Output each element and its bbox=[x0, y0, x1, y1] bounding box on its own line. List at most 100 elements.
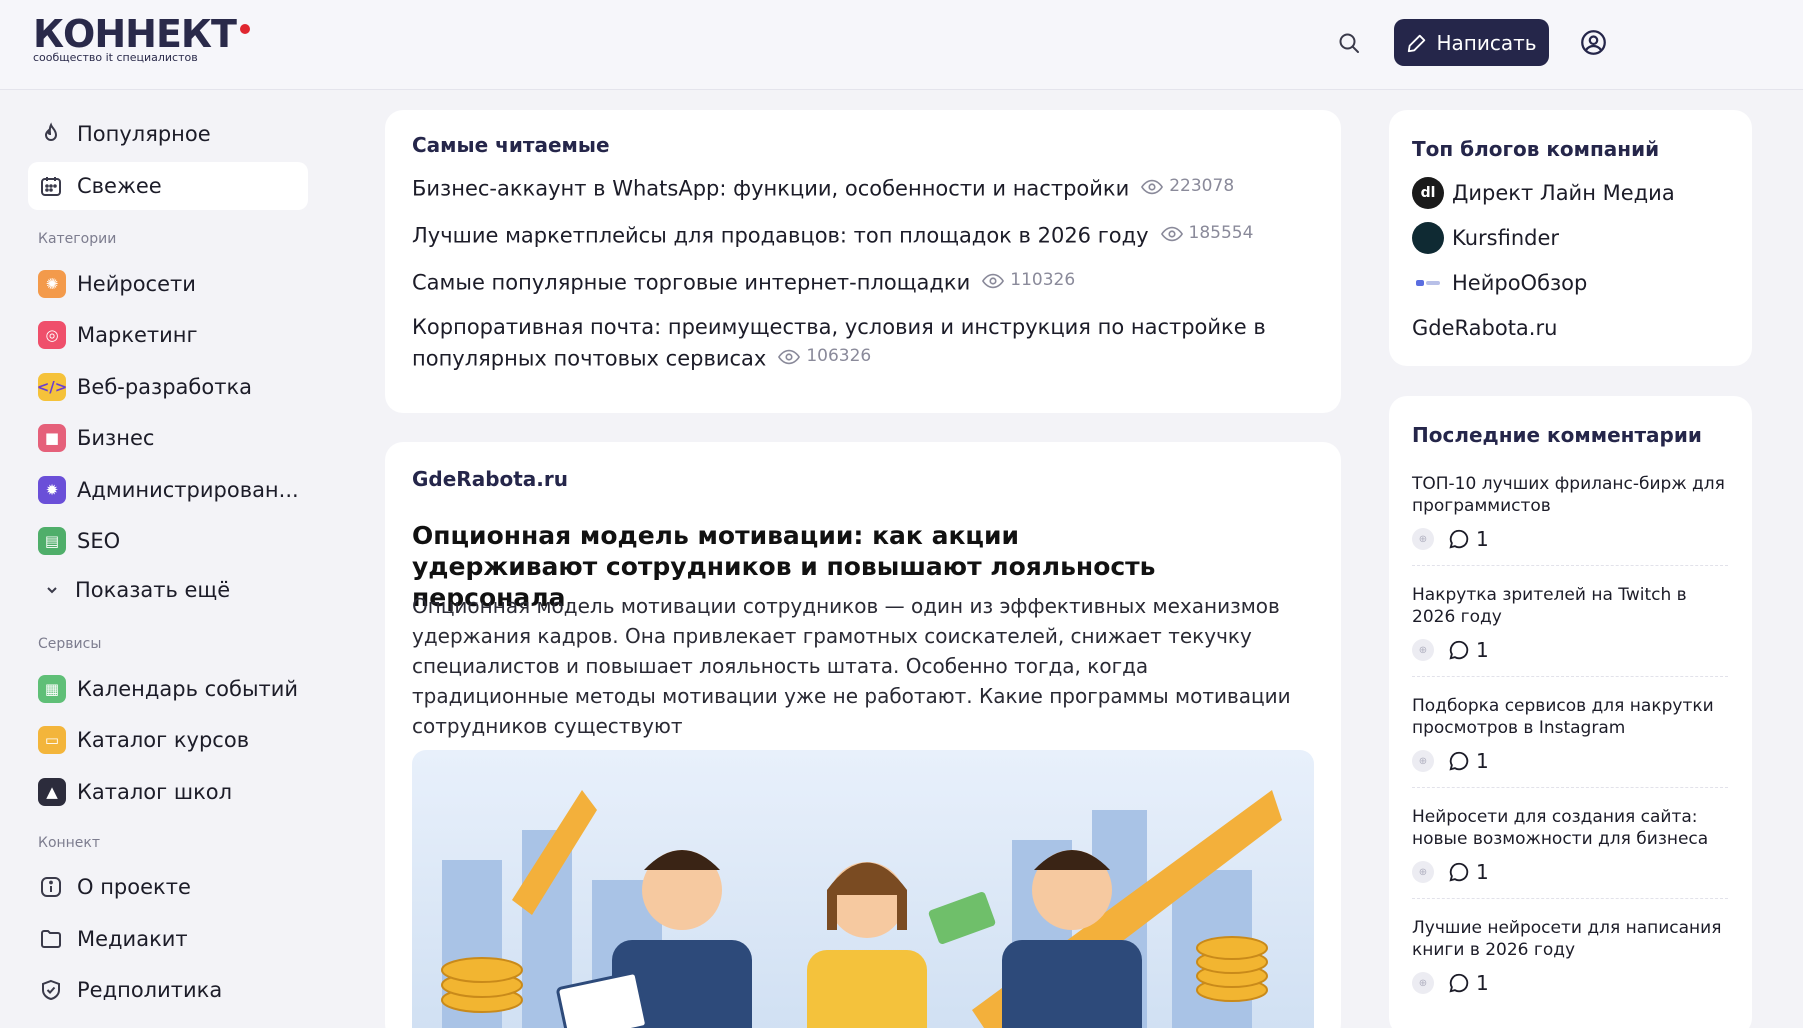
blog-logo-text: dl bbox=[1420, 184, 1436, 201]
link-mediakit[interactable]: Медиакит bbox=[28, 913, 308, 965]
eye-icon bbox=[1141, 179, 1164, 194]
comment-icon bbox=[1449, 751, 1469, 771]
comment-count-value: 1 bbox=[1476, 971, 1489, 995]
comment-item[interactable]: Нейросети для создания сайта: новые возм… bbox=[1412, 806, 1728, 899]
blog-item[interactable]: GdeRabota.ru bbox=[1412, 305, 1732, 350]
eye-icon bbox=[982, 273, 1005, 288]
briefcase-icon: ■ bbox=[38, 424, 66, 453]
category-neural[interactable]: ✺ Нейросети bbox=[28, 258, 308, 310]
comment-icon bbox=[1449, 529, 1469, 549]
category-marketing[interactable]: ◎ Маркетинг bbox=[28, 310, 308, 362]
comment-icon bbox=[1449, 973, 1469, 993]
most-read-item[interactable]: Самые популярные торговые интернет-площа… bbox=[412, 266, 1075, 298]
comment-meta: ⊕ 1 bbox=[1412, 638, 1728, 662]
info-icon bbox=[36, 872, 66, 902]
views-counter: 106326 bbox=[778, 342, 871, 371]
write-button-label: Написать bbox=[1436, 30, 1537, 55]
show-more-button[interactable]: Показать ещё bbox=[28, 567, 308, 613]
avatar: ⊕ bbox=[1412, 639, 1434, 661]
comment-item[interactable]: Лучшие нейросети для написания книги в 2… bbox=[1412, 917, 1728, 1009]
eye-icon bbox=[778, 349, 801, 364]
service-courses-catalog[interactable]: ▭ Каталог курсов bbox=[28, 715, 308, 767]
nav-fresh-label: Свежее bbox=[77, 174, 162, 198]
sidebar: Популярное Свежее Категории ✺ Нейросети … bbox=[28, 110, 308, 1016]
comment-item[interactable]: ТОП-10 лучших фриланс-бирж для программи… bbox=[1412, 473, 1728, 566]
article-cover-image[interactable] bbox=[412, 750, 1314, 1028]
comment-item[interactable]: Накрутка зрителей на Twitch в 2026 году … bbox=[1412, 584, 1728, 677]
most-read-item-title: Бизнес-аккаунт в WhatsApp: функции, особ… bbox=[412, 176, 1130, 201]
category-label: Веб-разработка bbox=[77, 374, 253, 399]
search-button[interactable] bbox=[1333, 27, 1365, 59]
calendar-icon bbox=[36, 171, 66, 201]
comment-item[interactable]: Подборка сервисов для накрутки просмотро… bbox=[1412, 695, 1728, 788]
comment-count-value: 1 bbox=[1476, 527, 1489, 551]
comment-article-title[interactable]: Подборка сервисов для накрутки просмотро… bbox=[1412, 695, 1728, 739]
comment-count[interactable]: 1 bbox=[1448, 860, 1489, 884]
blog-item[interactable]: Kursfinder bbox=[1412, 215, 1732, 260]
chart-icon: ▤ bbox=[38, 527, 66, 556]
views-counter: 223078 bbox=[1141, 172, 1234, 201]
target-icon: ◎ bbox=[38, 321, 66, 350]
blog-name: Kursfinder bbox=[1452, 225, 1560, 250]
comment-meta: ⊕ 1 bbox=[1412, 749, 1728, 773]
comment-article-title[interactable]: Нейросети для создания сайта: новые возм… bbox=[1412, 806, 1728, 850]
category-label: SEO bbox=[77, 529, 121, 554]
comment-count-value: 1 bbox=[1476, 638, 1489, 662]
nav-fresh[interactable]: Свежее bbox=[28, 162, 308, 210]
category-admin[interactable]: ✹ Администрирован... bbox=[28, 464, 308, 516]
shield-icon bbox=[36, 975, 66, 1005]
category-webdev[interactable]: </> Веб-разработка bbox=[28, 361, 308, 413]
views-counter: 185554 bbox=[1160, 219, 1253, 248]
views-counter: 110326 bbox=[982, 266, 1075, 295]
most-read-item-title: Самые популярные торговые интернет-площа… bbox=[412, 270, 971, 295]
comment-article-title[interactable]: Лучшие нейросети для написания книги в 2… bbox=[1412, 917, 1728, 961]
article-excerpt: Опционная модель мотивации сотрудников —… bbox=[412, 594, 1291, 738]
most-read-item[interactable]: Бизнес-аккаунт в WhatsApp: функции, особ… bbox=[412, 172, 1234, 204]
user-circle-icon bbox=[1580, 29, 1606, 55]
link-editorial-policy-label: Редполитика bbox=[77, 978, 223, 1003]
link-about[interactable]: О проекте bbox=[28, 862, 308, 914]
service-events-calendar[interactable]: ▦ Календарь событий bbox=[28, 663, 308, 715]
show-more-label: Показать ещё bbox=[75, 578, 231, 602]
code-icon: </> bbox=[37, 372, 67, 401]
services-heading: Сервисы bbox=[38, 636, 102, 652]
most-read-item[interactable]: Корпоративная почта: преимущества, услов… bbox=[412, 313, 1317, 374]
blog-item[interactable]: НейроОбзор bbox=[1412, 260, 1732, 305]
comment-count[interactable]: 1 bbox=[1448, 971, 1489, 995]
link-editorial-policy[interactable]: Редполитика bbox=[28, 965, 308, 1017]
latest-comments-card: Последние комментарии ТОП-10 лучших фрил… bbox=[1389, 396, 1752, 1028]
category-label: Маркетинг bbox=[77, 323, 198, 348]
eye-icon bbox=[1160, 226, 1183, 241]
category-seo[interactable]: ▤ SEO bbox=[28, 516, 308, 568]
article-card[interactable]: GdeRabota.ru Опционная модель мотивации:… bbox=[385, 442, 1341, 1028]
graduation-cap-icon: ▲ bbox=[38, 777, 66, 806]
blog-logo bbox=[1412, 221, 1444, 254]
blog-logo bbox=[1412, 266, 1444, 299]
blog-item[interactable]: dl Директ Лайн Медиа bbox=[1412, 170, 1732, 215]
article-illustration bbox=[412, 750, 1314, 1028]
most-read-title: Самые читаемые bbox=[412, 133, 610, 157]
site-logo[interactable]: КОННЕКТ сообщество it специалистов bbox=[33, 14, 250, 64]
comment-count[interactable]: 1 bbox=[1448, 638, 1489, 662]
top-blogs-title: Топ блогов компаний bbox=[1412, 137, 1660, 161]
comment-article-title[interactable]: Накрутка зрителей на Twitch в 2026 году bbox=[1412, 584, 1728, 628]
service-label: Календарь событий bbox=[77, 676, 299, 701]
monitor-icon: ▭ bbox=[38, 726, 66, 755]
comment-count[interactable]: 1 bbox=[1448, 527, 1489, 551]
service-schools-catalog[interactable]: ▲ Каталог школ bbox=[28, 766, 308, 818]
profile-button[interactable] bbox=[1577, 26, 1609, 58]
write-button[interactable]: Написать bbox=[1394, 19, 1549, 66]
comment-count[interactable]: 1 bbox=[1448, 749, 1489, 773]
avatar: ⊕ bbox=[1412, 861, 1434, 883]
most-read-card: Самые читаемые Бизнес-аккаунт в WhatsApp… bbox=[385, 110, 1341, 413]
service-label: Каталог курсов bbox=[77, 728, 250, 753]
konnekt-heading: Коннект bbox=[38, 834, 101, 851]
folder-icon bbox=[36, 924, 66, 954]
article-source[interactable]: GdeRabota.ru bbox=[412, 467, 568, 491]
most-read-item[interactable]: Лучшие маркетплейсы для продавцов: топ п… bbox=[412, 219, 1253, 251]
comment-article-title[interactable]: ТОП-10 лучших фриланс-бирж для программи… bbox=[1412, 473, 1728, 517]
nav-popular[interactable]: Популярное bbox=[28, 110, 308, 158]
category-business[interactable]: ■ Бизнес bbox=[28, 413, 308, 465]
latest-comments-title: Последние комментарии bbox=[1412, 423, 1702, 447]
logo-text: КОННЕКТ bbox=[33, 12, 237, 56]
